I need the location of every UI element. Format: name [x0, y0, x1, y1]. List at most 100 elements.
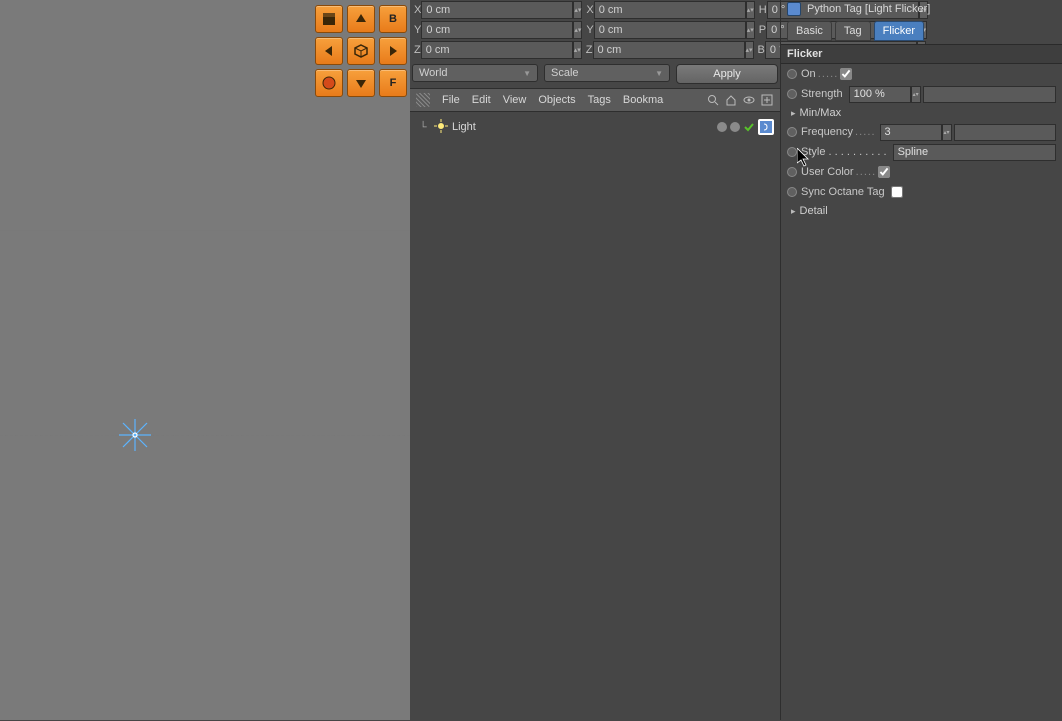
- frequency-input[interactable]: [880, 124, 942, 141]
- tabs: Basic Tag Flicker: [781, 18, 1062, 44]
- style-select[interactable]: Spline: [893, 144, 1056, 161]
- attribute-manager: Python Tag [Light Flicker] Basic Tag Fli…: [780, 0, 1062, 720]
- coordinate-panel: X ▴▾ X ▴▾ H ▴▾ Y ▴▾ Y ▴▾ P ▴▾ Z ▴▾ Z ▴▾ …: [410, 0, 780, 90]
- strength-slider[interactable]: [923, 86, 1056, 103]
- object-tree[interactable]: └ Light: [410, 112, 780, 142]
- coord-p-label: P: [755, 24, 766, 36]
- tab-flicker[interactable]: Flicker: [874, 21, 924, 41]
- menu-bookmarks[interactable]: Bookma: [623, 94, 663, 106]
- section-header: Flicker: [781, 44, 1062, 64]
- tree-branch-icon: └: [416, 122, 430, 133]
- tool-button-f[interactable]: F: [379, 69, 407, 97]
- stepper[interactable]: ▴▾: [573, 1, 582, 19]
- menu-file[interactable]: File: [442, 94, 460, 106]
- attr-label: Sync Octane Tag: [801, 186, 885, 198]
- layer-dot-icon[interactable]: [717, 122, 727, 132]
- minmax-collapsible[interactable]: ▸ Min/Max: [781, 104, 1062, 122]
- chevron-down-icon: ▼: [523, 69, 531, 78]
- home-icon[interactable]: [724, 93, 738, 107]
- usercolor-checkbox[interactable]: [878, 166, 890, 178]
- keyframe-dot-icon[interactable]: [787, 89, 797, 99]
- attr-label: Strength: [801, 88, 843, 100]
- strength-input[interactable]: [849, 86, 911, 103]
- attr-frequency: Frequency ▴▾: [781, 122, 1062, 142]
- chevron-right-icon: ▸: [791, 206, 796, 217]
- frequency-slider[interactable]: [954, 124, 1056, 141]
- stepper[interactable]: ▴▾: [746, 21, 755, 39]
- coord-y2-label: Y: [582, 24, 593, 36]
- tool-button-left[interactable]: [315, 37, 343, 65]
- coord-z2-label: Z: [582, 44, 593, 56]
- attr-style: Style . . . . . . . . . . Spline: [781, 142, 1062, 162]
- stepper[interactable]: ▴▾: [573, 21, 582, 39]
- stepper[interactable]: ▴▾: [573, 41, 582, 59]
- attr-on: On: [781, 64, 1062, 84]
- keyframe-dot-icon[interactable]: [787, 167, 797, 177]
- coord-z-input[interactable]: [421, 41, 573, 59]
- keyframe-dot-icon[interactable]: [787, 187, 797, 197]
- stepper[interactable]: ▴▾: [911, 86, 921, 103]
- apply-button[interactable]: Apply: [676, 64, 778, 84]
- check-icon[interactable]: [743, 121, 755, 133]
- coord-y-input[interactable]: [421, 21, 573, 39]
- tool-button-up[interactable]: [347, 5, 375, 33]
- attr-label: Frequency: [801, 126, 874, 138]
- visibility-dot-icon[interactable]: [730, 122, 740, 132]
- menu-objects[interactable]: Objects: [538, 94, 575, 106]
- eye-icon[interactable]: [742, 93, 756, 107]
- object-menu-bar: File Edit View Objects Tags Bookma: [410, 89, 780, 112]
- menu-tags[interactable]: Tags: [588, 94, 611, 106]
- coord-x2-label: X: [582, 4, 593, 16]
- tab-tag[interactable]: Tag: [835, 21, 871, 41]
- coord-scale-select[interactable]: Scale▼: [544, 64, 670, 82]
- viewport-tools: B F: [315, 5, 407, 97]
- tab-basic[interactable]: Basic: [787, 21, 832, 41]
- attribute-title: Python Tag [Light Flicker]: [781, 0, 1062, 18]
- python-tag-icon[interactable]: [758, 119, 774, 135]
- coord-z-label: Z: [410, 44, 421, 56]
- attr-label: On: [801, 68, 836, 80]
- attr-syncoctane: Sync Octane Tag: [781, 182, 1062, 202]
- tool-button-sphere[interactable]: [315, 69, 343, 97]
- menu-edit[interactable]: Edit: [472, 94, 491, 106]
- coord-h-label: H: [755, 4, 767, 16]
- plus-icon[interactable]: [760, 93, 774, 107]
- attr-strength: Strength ▴▾: [781, 84, 1062, 104]
- object-manager: File Edit View Objects Tags Bookma └ Lig…: [410, 88, 780, 720]
- attr-usercolor: User Color: [781, 162, 1062, 182]
- coord-b-label: B: [754, 44, 765, 56]
- keyframe-dot-icon[interactable]: [787, 69, 797, 79]
- keyframe-dot-icon[interactable]: [787, 147, 797, 157]
- coord-mode-select[interactable]: World▼: [412, 64, 538, 82]
- python-tag-icon: [787, 2, 801, 16]
- on-checkbox[interactable]: [840, 68, 852, 80]
- stepper[interactable]: ▴▾: [942, 124, 952, 141]
- coord-x-input[interactable]: [421, 1, 573, 19]
- viewport-3d[interactable]: [0, 0, 410, 720]
- grid-line: [0, 230, 410, 231]
- attr-label: User Color: [801, 166, 874, 178]
- coord-x-label: X: [410, 4, 421, 16]
- object-name[interactable]: Light: [452, 121, 476, 133]
- coord-y-label: Y: [410, 24, 421, 36]
- keyframe-dot-icon[interactable]: [787, 127, 797, 137]
- tool-button-cube[interactable]: [347, 37, 375, 65]
- tool-button-right[interactable]: [379, 37, 407, 65]
- coord-y2-input[interactable]: [594, 21, 746, 39]
- menu-view[interactable]: View: [503, 94, 527, 106]
- attr-label: Style . . . . . . . . . .: [801, 146, 887, 158]
- tool-button-1[interactable]: [315, 5, 343, 33]
- tool-button-down[interactable]: [347, 69, 375, 97]
- tool-button-b[interactable]: B: [379, 5, 407, 33]
- horizon-line: [0, 435, 410, 436]
- panel-grip-icon[interactable]: [416, 93, 430, 107]
- syncoctane-checkbox[interactable]: [891, 186, 903, 198]
- detail-collapsible[interactable]: ▸ Detail: [781, 202, 1062, 220]
- coord-x2-input[interactable]: [594, 1, 746, 19]
- stepper[interactable]: ▴▾: [746, 1, 755, 19]
- tree-row-light[interactable]: └ Light: [416, 118, 774, 136]
- coord-z2-input[interactable]: [593, 41, 745, 59]
- chevron-right-icon: ▸: [791, 108, 796, 119]
- search-icon[interactable]: [706, 93, 720, 107]
- stepper[interactable]: ▴▾: [745, 41, 754, 59]
